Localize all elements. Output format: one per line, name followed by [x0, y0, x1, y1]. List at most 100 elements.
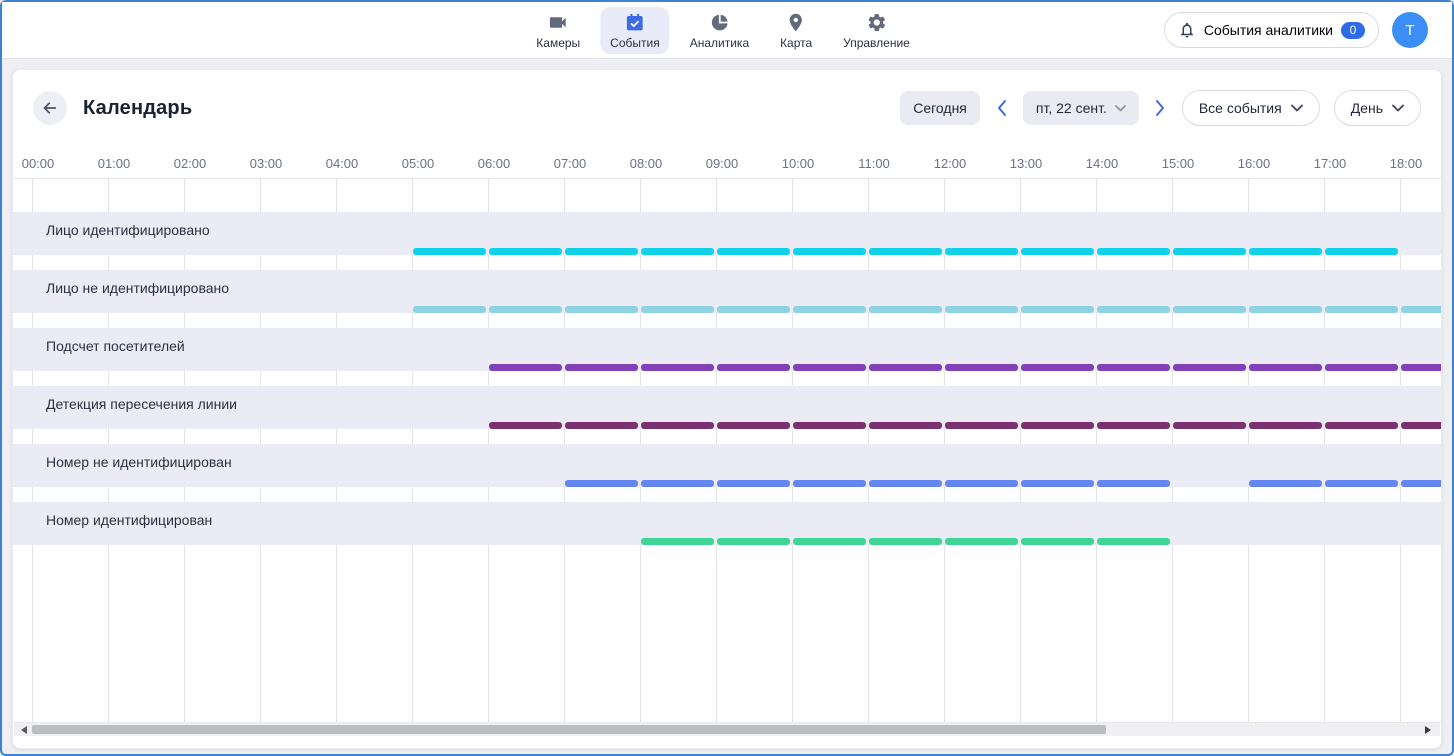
- pie-chart-icon: [708, 12, 730, 34]
- event-bar-segment[interactable]: [489, 364, 562, 371]
- event-bar-segment[interactable]: [413, 248, 486, 255]
- event-filter-dropdown[interactable]: Все события: [1182, 90, 1320, 126]
- event-bar-segment[interactable]: [945, 306, 1018, 313]
- event-bar-segment[interactable]: [1021, 422, 1094, 429]
- next-day-button[interactable]: [1153, 97, 1168, 119]
- event-bar-segment[interactable]: [565, 422, 638, 429]
- scroll-left-arrow[interactable]: [21, 726, 27, 734]
- event-bar-segment[interactable]: [489, 422, 562, 429]
- event-bar-segment[interactable]: [793, 306, 866, 313]
- chevron-right-icon: [1155, 99, 1166, 117]
- event-bar-segment[interactable]: [1325, 480, 1398, 487]
- event-bar-segment[interactable]: [641, 306, 714, 313]
- event-bar-segment[interactable]: [1325, 364, 1398, 371]
- event-bar-segment[interactable]: [945, 480, 1018, 487]
- topbar: Камеры События Аналитика: [2, 2, 1452, 59]
- scroll-right-arrow[interactable]: [1425, 726, 1431, 734]
- event-bar-segment[interactable]: [717, 422, 790, 429]
- event-bar-segment[interactable]: [793, 248, 866, 255]
- horizontal-scrollbar[interactable]: [14, 723, 1440, 736]
- back-button[interactable]: [33, 91, 67, 125]
- event-bar-segment[interactable]: [489, 306, 562, 313]
- event-bar-segment[interactable]: [793, 480, 866, 487]
- nav-item-map[interactable]: Карта: [769, 7, 823, 54]
- event-bar-segment[interactable]: [717, 306, 790, 313]
- scrollbar-thumb[interactable]: [32, 725, 1106, 734]
- event-bar-segment[interactable]: [1097, 248, 1170, 255]
- event-bar-segment[interactable]: [945, 422, 1018, 429]
- nav-item-cameras[interactable]: Камеры: [526, 7, 590, 54]
- event-bar-segment[interactable]: [945, 538, 1018, 545]
- event-bar-segment[interactable]: [641, 364, 714, 371]
- event-bar-segment[interactable]: [1401, 480, 1442, 487]
- event-bar-segment[interactable]: [1325, 306, 1398, 313]
- gear-icon: [865, 12, 887, 34]
- event-bar-segment[interactable]: [1173, 306, 1246, 313]
- event-bar-segment[interactable]: [1173, 248, 1246, 255]
- hour-label: 02:00: [174, 156, 207, 171]
- event-bar-segment[interactable]: [413, 306, 486, 313]
- event-bar-segment[interactable]: [1249, 480, 1322, 487]
- event-bar-segment[interactable]: [1325, 422, 1398, 429]
- event-bar-segment[interactable]: [717, 248, 790, 255]
- event-bar-segment[interactable]: [1021, 480, 1094, 487]
- event-bar-segment[interactable]: [869, 306, 942, 313]
- event-bar-segment[interactable]: [1021, 306, 1094, 313]
- date-label: пт, 22 сент.: [1036, 100, 1107, 116]
- bell-icon: [1178, 21, 1196, 39]
- nav-item-management[interactable]: Управление: [833, 7, 920, 54]
- event-bar-segment[interactable]: [641, 422, 714, 429]
- nav-item-events[interactable]: События: [600, 7, 670, 54]
- view-mode-dropdown[interactable]: День: [1334, 90, 1421, 126]
- event-bar-segment[interactable]: [1173, 364, 1246, 371]
- today-button[interactable]: Сегодня: [900, 91, 980, 125]
- event-bar-segment[interactable]: [717, 364, 790, 371]
- event-bar-segment[interactable]: [1325, 248, 1398, 255]
- avatar[interactable]: T: [1392, 12, 1428, 48]
- event-bar-segment[interactable]: [869, 422, 942, 429]
- gridlines: [32, 255, 1441, 270]
- event-bar-segment[interactable]: [793, 538, 866, 545]
- event-bar-segment[interactable]: [565, 480, 638, 487]
- event-bar-segment[interactable]: [565, 306, 638, 313]
- event-bar-segment[interactable]: [1021, 364, 1094, 371]
- event-bar-segment[interactable]: [1401, 364, 1442, 371]
- event-bar-segment[interactable]: [641, 480, 714, 487]
- event-bar-segment[interactable]: [641, 248, 714, 255]
- event-bar-segment[interactable]: [869, 248, 942, 255]
- event-bar-segment[interactable]: [1401, 306, 1442, 313]
- event-bar-segment[interactable]: [869, 364, 942, 371]
- event-bar-segment[interactable]: [1097, 480, 1170, 487]
- event-bar-segment[interactable]: [717, 480, 790, 487]
- event-bar-segment[interactable]: [1097, 538, 1170, 545]
- date-picker[interactable]: пт, 22 сент.: [1023, 91, 1139, 125]
- event-bar-segment[interactable]: [565, 248, 638, 255]
- event-bar-segment[interactable]: [1021, 538, 1094, 545]
- event-bar-segment[interactable]: [793, 364, 866, 371]
- event-bar-segment[interactable]: [793, 422, 866, 429]
- event-bar-segment[interactable]: [945, 248, 1018, 255]
- event-bar-segment[interactable]: [945, 364, 1018, 371]
- event-bar-segment[interactable]: [1249, 364, 1322, 371]
- event-bar-segment[interactable]: [869, 480, 942, 487]
- event-bar-segment[interactable]: [565, 364, 638, 371]
- event-bar-segment[interactable]: [1097, 422, 1170, 429]
- event-bar-segment[interactable]: [1249, 248, 1322, 255]
- event-bar-segment[interactable]: [1097, 364, 1170, 371]
- event-bar-segment[interactable]: [641, 538, 714, 545]
- event-bar-segment[interactable]: [1097, 306, 1170, 313]
- event-bar-segment[interactable]: [1173, 422, 1246, 429]
- hour-label: 17:00: [1314, 156, 1347, 171]
- nav-item-analytics[interactable]: Аналитика: [680, 7, 759, 54]
- timeline-rows: Лицо идентифицированоЛицо не идентифицир…: [13, 212, 1441, 560]
- event-bar-segment[interactable]: [489, 248, 562, 255]
- row-label: Лицо не идентифицировано: [46, 280, 229, 296]
- analytics-events-button[interactable]: События аналитики 0: [1164, 12, 1379, 48]
- event-bar-segment[interactable]: [1021, 248, 1094, 255]
- event-bar-segment[interactable]: [1249, 306, 1322, 313]
- event-bar-segment[interactable]: [1401, 422, 1442, 429]
- event-bar-segment[interactable]: [869, 538, 942, 545]
- event-bar-segment[interactable]: [1249, 422, 1322, 429]
- event-bar-segment[interactable]: [717, 538, 790, 545]
- prev-day-button[interactable]: [994, 97, 1009, 119]
